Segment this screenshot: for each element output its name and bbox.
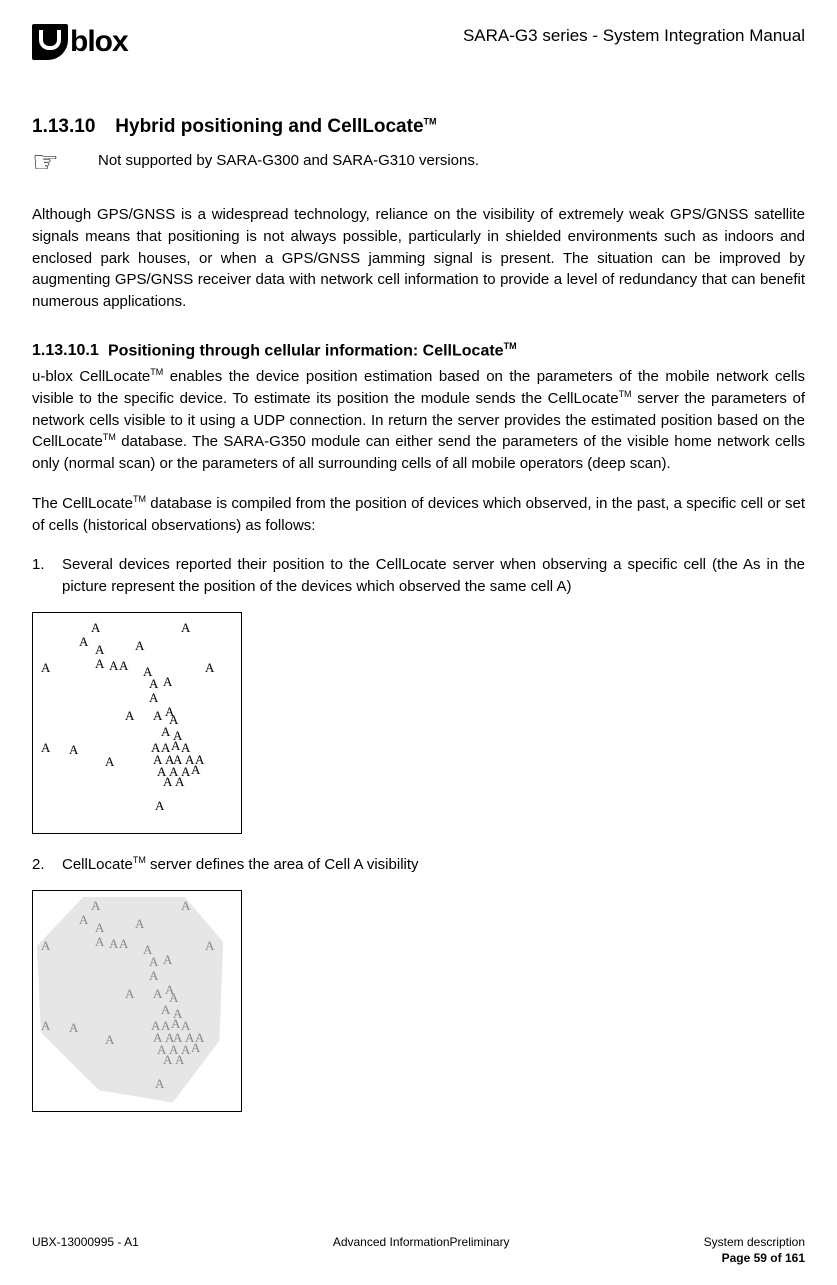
data-point: A [161, 1003, 170, 1016]
section-heading: 1.13.10 Hybrid positioning and CellLocat… [32, 116, 805, 138]
footer-page-number: Page 59 of 161 [32, 1251, 805, 1265]
data-point: A [163, 953, 172, 966]
data-point: A [135, 917, 144, 930]
data-point: A [79, 913, 88, 926]
data-point: A [163, 775, 172, 788]
scatter-diagram-observations: AAAAAAAAAAAAAAAAAAAAAAAAAAAAAAAAAAAAAAA [32, 612, 242, 834]
section-title: Hybrid positioning and CellLocate [115, 116, 423, 137]
data-point: A [169, 713, 178, 726]
data-point: A [109, 659, 118, 672]
page-footer: UBX-13000995 - A1 Advanced InformationPr… [32, 1235, 805, 1265]
data-point: A [175, 775, 184, 788]
data-point: A [105, 755, 114, 768]
trademark: TM [103, 432, 116, 442]
trademark: TM [133, 494, 146, 504]
text: u-blox CellLocate [32, 368, 150, 385]
data-point: A [41, 741, 50, 754]
list-text: CellLocateTM server defines the area of … [62, 854, 419, 876]
trademark: TM [504, 341, 517, 351]
subsection-title: Positioning through cellular information… [108, 342, 504, 359]
paragraph-intro: Although GPS/GNSS is a widespread techno… [32, 204, 805, 313]
data-point: A [69, 1021, 78, 1034]
data-point: A [109, 937, 118, 950]
list-number: 2. [32, 854, 62, 876]
note-row: ☞ Not supported by SARA-G300 and SARA-G3… [32, 148, 805, 178]
text: database is compiled from the position o… [32, 495, 805, 534]
data-point: A [41, 661, 50, 674]
note-text: Not supported by SARA-G300 and SARA-G310… [98, 148, 479, 169]
data-point: A [125, 709, 134, 722]
data-point: A [91, 899, 100, 912]
footer-right: System description [704, 1235, 805, 1249]
data-point: A [155, 799, 164, 812]
data-point: A [69, 743, 78, 756]
data-point: A [191, 763, 200, 776]
page-header: blox SARA-G3 series - System Integration… [32, 24, 805, 60]
scatter-diagram-visibility-area: AAAAAAAAAAAAAAAAAAAAAAAAAAAAAAAAAAAAAAA [32, 890, 242, 1112]
data-point: A [181, 621, 190, 634]
footer-center: Advanced InformationPreliminary [333, 1235, 510, 1249]
data-point: A [161, 725, 170, 738]
data-point: A [149, 677, 158, 690]
data-point: A [95, 921, 104, 934]
data-point: A [169, 991, 178, 1004]
data-point: A [119, 937, 128, 950]
footer-doc-id: UBX-13000995 - A1 [32, 1235, 139, 1249]
data-point: A [95, 935, 104, 948]
data-point: A [153, 709, 162, 722]
text: database. The SARA-G350 module can eithe… [32, 433, 805, 472]
data-point: A [155, 1077, 164, 1090]
logo-mark-icon [32, 24, 68, 60]
pointing-hand-icon: ☞ [32, 148, 72, 178]
data-point: A [119, 659, 128, 672]
logo-text: blox [70, 27, 128, 57]
data-point: A [95, 657, 104, 670]
section-number: 1.13.10 [32, 116, 110, 138]
document-title: SARA-G3 series - System Integration Manu… [463, 24, 805, 46]
data-point: A [163, 1053, 172, 1066]
subsection-heading: 1.13.10.1Positioning through cellular in… [32, 341, 805, 360]
text: CellLocate [62, 856, 133, 873]
data-point: A [135, 639, 144, 652]
data-point: A [181, 899, 190, 912]
data-point: A [191, 1041, 200, 1054]
text: The CellLocate [32, 495, 133, 512]
data-point: A [149, 955, 158, 968]
list-number: 1. [32, 554, 62, 598]
data-point: A [175, 1053, 184, 1066]
text: server defines the area of Cell A visibi… [146, 856, 419, 873]
data-point: A [205, 939, 214, 952]
list-item: 2. CellLocateTM server defines the area … [32, 854, 805, 876]
data-point: A [205, 661, 214, 674]
paragraph-database-desc: The CellLocateTM database is compiled fr… [32, 493, 805, 537]
data-point: A [125, 987, 134, 1000]
trademark: TM [133, 855, 146, 865]
data-point: A [153, 987, 162, 1000]
data-point: A [91, 621, 100, 634]
trademark: TM [424, 117, 437, 127]
page: blox SARA-G3 series - System Integration… [0, 0, 837, 1285]
data-point: A [105, 1033, 114, 1046]
data-point: A [149, 969, 158, 982]
data-point: A [79, 635, 88, 648]
data-point: A [41, 1019, 50, 1032]
paragraph-celllocate-desc: u-blox CellLocateTM enables the device p… [32, 366, 805, 475]
data-point: A [95, 643, 104, 656]
data-point: A [41, 939, 50, 952]
data-point: A [163, 675, 172, 688]
data-point: A [171, 1017, 180, 1030]
subsection-number: 1.13.10.1 [32, 342, 108, 360]
trademark: TM [150, 367, 163, 377]
trademark: TM [619, 389, 632, 399]
list-item: 1. Several devices reported their positi… [32, 554, 805, 598]
list-text: Several devices reported their position … [62, 554, 805, 598]
footer-row: UBX-13000995 - A1 Advanced InformationPr… [32, 1235, 805, 1249]
data-point: A [171, 739, 180, 752]
company-logo: blox [32, 24, 128, 60]
data-point: A [149, 691, 158, 704]
